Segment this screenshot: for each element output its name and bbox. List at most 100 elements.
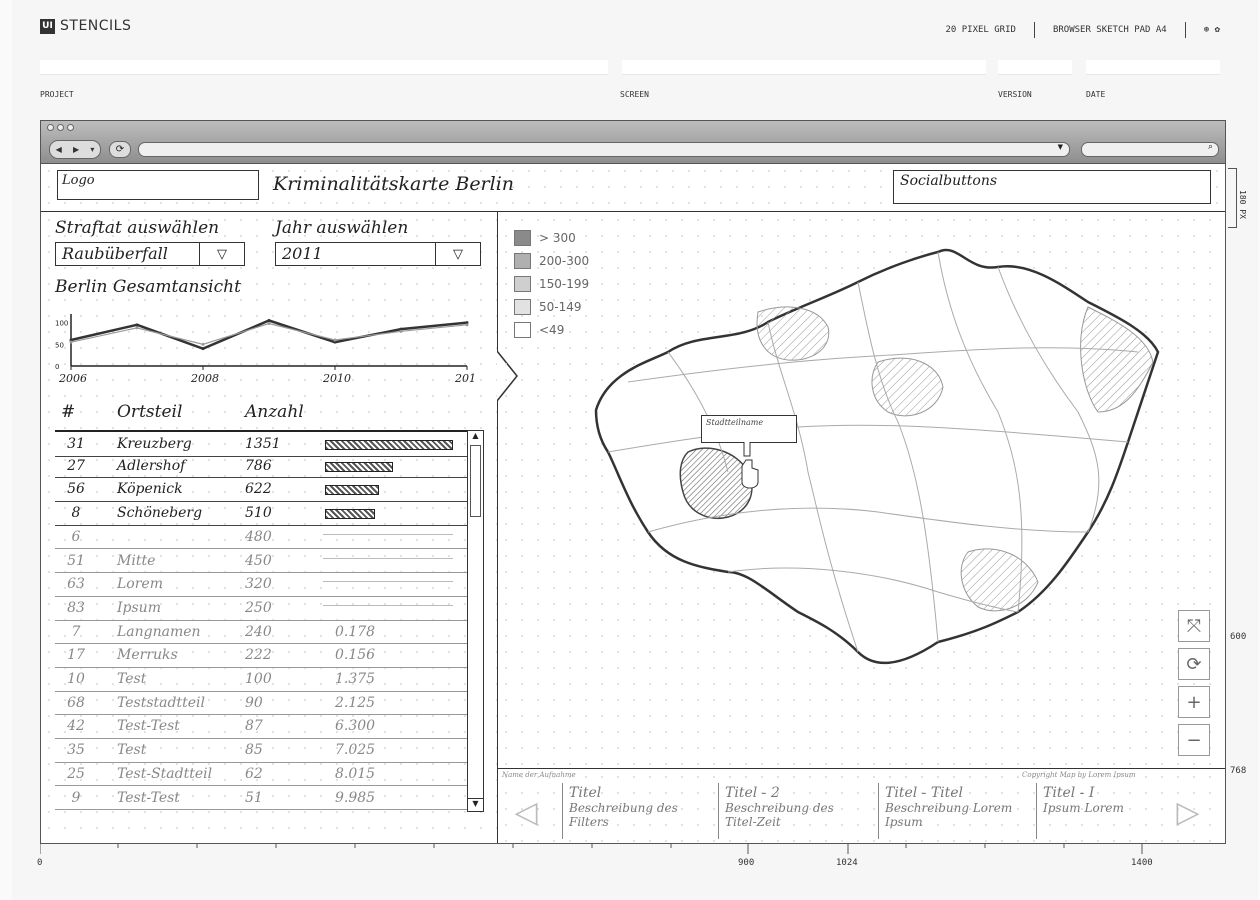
row-placeholder-bar [323,557,453,561]
date-field[interactable] [1086,60,1220,75]
table-row[interactable]: 27 Adlershof 786 [55,454,467,479]
table-row[interactable]: 42 Test-Test 87 6.300 [55,714,467,740]
overview-line-chart: 2006 2008 2010 2012 0 50 100 [55,314,475,385]
logo-placeholder[interactable]: Logo [57,170,259,200]
chevron-down-icon[interactable]: ▽ [199,243,244,265]
back-icon[interactable]: ◀ [56,145,62,154]
table-row[interactable]: 56 Köpenick 622 [55,477,467,503]
carousel-prev-icon[interactable]: ◁ [506,783,546,841]
url-bar[interactable]: ▼ [138,142,1070,157]
count-bar [325,485,379,496]
row-count: 240 [245,623,272,640]
row-count: 87 [245,718,263,735]
cursor-hand-icon [741,442,759,489]
stencil-fields [40,60,1220,78]
card-description: Beschreibung des Filters [569,801,678,829]
card-title: Titel - I [1043,785,1095,801]
row-district: Test [117,742,147,759]
card-description: Beschreibung des Titel-Zeit [725,801,834,829]
crime-select-value: Raubüberfall [62,244,168,263]
row-rank: 6 [71,528,81,545]
ruler-label: 900 [738,858,755,868]
row-rank: 17 [67,647,85,664]
table-row[interactable]: 10 Test 100 1.375 [55,667,467,692]
zoom-in-icon[interactable]: + [1178,686,1210,718]
row-extra-value: 1.375 [335,671,376,687]
row-rank: 10 [67,671,85,687]
table-row[interactable]: 6 480 [55,525,467,550]
browser-chrome: ◀ ▶ ▾ ⟳ ▼ ⌕ [41,121,1225,164]
carousel-next-icon[interactable]: ▷ [1168,783,1208,841]
scroll-thumb[interactable] [470,445,481,517]
overview-title: Berlin Gesamtansicht [55,277,241,297]
site-header: Logo Kriminalitätskarte Berlin Socialbut… [41,163,1225,212]
forward-icon[interactable]: ▶ [73,145,79,154]
carousel-card[interactable]: Titel Beschreibung des Filters [562,783,718,839]
table-row[interactable]: 68 Teststadtteil 90 2.125 [55,691,467,716]
district-tooltip: Stadtteilname [701,415,797,443]
divider [1184,22,1186,38]
url-dropdown-icon[interactable]: ▼ [1058,143,1063,151]
count-bar [325,509,375,520]
card-title: Titel - Titel [885,785,964,801]
row-count: 480 [245,528,272,545]
version-label: VERSION [998,90,1032,99]
row-rank: 25 [67,765,85,782]
zoom-out-icon[interactable]: − [1178,724,1210,756]
carousel-card[interactable]: Titel - 2 Beschreibung des Titel-Zeit [718,783,874,839]
row-rank: 7 [71,623,81,640]
data-point [267,322,271,326]
row-district: Kreuzberg [117,436,192,452]
berlin-map[interactable] [498,212,1225,768]
row-extra-value: 6.300 [335,718,376,735]
table-row[interactable]: 35 Test 85 7.025 [55,738,467,763]
social-buttons-placeholder[interactable]: Socialbuttons [893,170,1211,204]
project-field[interactable] [40,60,608,75]
rank-header[interactable]: # [61,402,75,422]
carousel-card[interactable]: Titel - Titel Beschreibung Lorem Ipsum [878,783,1034,839]
row-rank: 35 [67,742,85,759]
count-header[interactable]: Anzahl [245,402,304,422]
card-description: Beschreibung Lorem Ipsum [885,801,1013,829]
y-tick-label: 50 [55,341,64,349]
table-scrollbar[interactable]: ▲ ▼ [467,430,484,812]
data-point [201,342,205,346]
table-row[interactable]: 51 Mitte 450 [55,549,467,574]
row-count: 250 [245,599,272,616]
table-row[interactable]: 25 Test-Stadtteil 62 8.015 [55,762,467,787]
data-point [201,347,205,351]
version-field[interactable] [998,60,1072,75]
stencil-icons: ⊛ ✿ [1203,25,1220,35]
history-menu-icon[interactable]: ▾ [90,145,94,154]
table-row[interactable]: 83 Ipsum 250 [55,596,467,621]
row-count: 510 [245,505,272,522]
year-filter-label: Jahr auswählen [275,218,409,238]
y-tick-label: 0 [55,363,59,371]
table-row[interactable]: 7 Langnamen 240 0.178 [55,620,467,645]
table-row[interactable]: 9 Test-Test 51 9.985 [55,786,467,811]
reload-icon[interactable]: ⟳ [109,141,131,158]
fullscreen-icon[interactable]: ⤧ [1178,610,1210,642]
map-panel: > 300 200-300 150-199 50-149 <49 Stadtte… [498,212,1225,768]
data-point [135,326,139,330]
row-extra-value: 0.178 [335,623,376,640]
table-row[interactable]: 63 Lorem 320 [55,572,467,597]
reset-view-icon[interactable]: ⟳ [1178,648,1210,680]
row-extra-value: 2.125 [335,694,376,711]
grid-label: 20 PIXEL GRID [945,25,1016,35]
screen-field[interactable] [622,60,986,75]
table-row[interactable]: 31 Kreuzberg 1351 [55,430,467,457]
table-row[interactable]: 8 Schöneberg 510 [55,501,467,526]
chevron-down-icon[interactable]: ▽ [435,243,480,265]
scroll-down-icon[interactable]: ▼ [468,798,483,811]
header-height-label: 180 PX [1238,190,1247,219]
browser-search[interactable]: ⌕ [1081,142,1219,157]
crime-select[interactable]: Raubüberfall ▽ [55,242,245,266]
row-district: Mitte [117,552,156,569]
year-select[interactable]: 2011 ▽ [275,242,481,266]
card-description: Ipsum Lorem [1043,801,1124,815]
window-controls[interactable] [47,124,74,131]
scroll-up-icon[interactable]: ▲ [468,431,483,443]
district-header[interactable]: Ortsteil [117,402,182,422]
table-row[interactable]: 17 Merruks 222 0.156 [55,643,467,668]
